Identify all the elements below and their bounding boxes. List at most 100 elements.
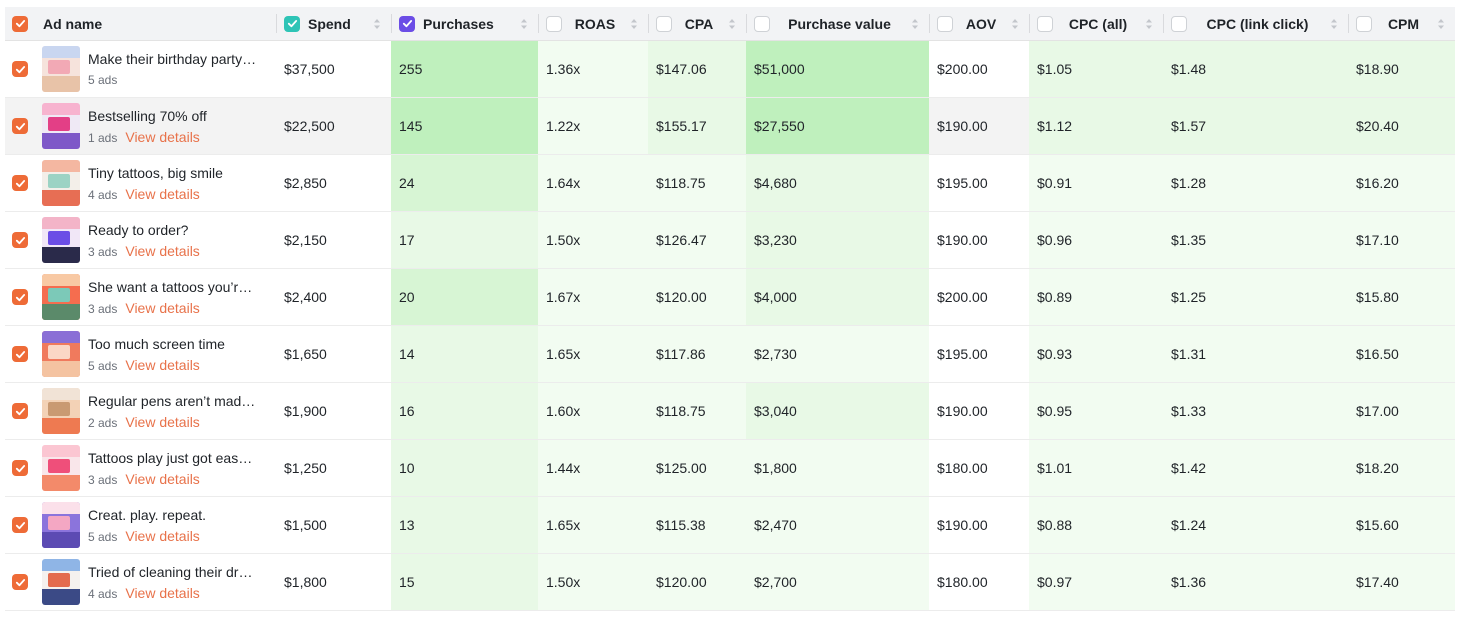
row-checkbox[interactable] [12,61,28,77]
ad-thumbnail [42,445,80,491]
ad-meta: 3 ads View details [88,300,252,317]
table-row[interactable]: Tattoos play just got eas… 3 ads View de… [5,440,1455,497]
row-checkbox[interactable] [12,346,28,362]
view-details-link[interactable]: View details [125,357,199,373]
purchase-value-column-checkbox[interactable] [754,15,770,32]
ad-meta: 4 ads View details [88,585,258,602]
cpa-column-checkbox[interactable] [656,15,672,32]
row-checkbox[interactable] [12,460,28,476]
spend-column-checkbox[interactable] [284,15,300,32]
ad-title[interactable]: She want a tattoos you’r… [88,278,252,296]
table-row[interactable]: Tiny tattoos, big smile 4 ads View detai… [5,155,1455,212]
ad-thumbnail [42,217,80,263]
select-all-checkbox[interactable] [12,15,28,32]
ad-name-cell: Regular pens aren’t mad… 2 ads View deta… [5,383,276,439]
aov-cell: $195.00 [929,155,1029,211]
ad-meta: 5 ads View details [88,528,206,545]
column-header-purchase-value[interactable]: Purchase value [746,7,929,40]
view-details-link[interactable]: View details [125,471,199,487]
purchases-cell-value: 14 [399,346,415,362]
ad-title[interactable]: Tattoos play just got eas… [88,449,252,467]
cpm-cell-value: $18.90 [1356,61,1399,77]
view-details-link[interactable]: View details [125,129,199,145]
purchases-column-checkbox[interactable] [399,15,415,32]
table-row[interactable]: Tried of cleaning their dra… 4 ads View … [5,554,1455,611]
spend-cell-value: $22,500 [284,118,335,134]
ad-title[interactable]: Too much screen time [88,335,225,353]
check-icon [15,65,25,73]
table-row[interactable]: Ready to order? 3 ads View details $2,15… [5,212,1455,269]
aov-cell: $180.00 [929,440,1029,496]
aov-cell-value: $200.00 [937,61,988,77]
cpc-all-cell-value: $0.88 [1037,517,1073,533]
column-header-ad-name[interactable]: Ad name [5,7,276,40]
row-checkbox[interactable] [12,574,28,590]
ad-title[interactable]: Make their birthday party… [88,50,256,68]
ad-title[interactable]: Creat. play. repeat. [88,506,206,524]
ad-count: 4 ads [88,187,118,202]
column-header-spend[interactable]: Spend [276,7,391,40]
view-details-link[interactable]: View details [125,414,199,430]
row-checkbox[interactable] [12,232,28,248]
purchases-cell: 145 [391,98,538,154]
cpc-link-column-checkbox[interactable] [1171,15,1187,32]
table-row[interactable]: Regular pens aren’t mad… 2 ads View deta… [5,383,1455,440]
sort-icon[interactable] [1435,18,1447,30]
column-header-cpa[interactable]: CPA [648,7,746,40]
roas-column-checkbox[interactable] [546,15,562,32]
column-header-aov[interactable]: AOV [929,7,1029,40]
sort-icon[interactable] [518,18,530,30]
column-header-cpc-all[interactable]: CPC (all) [1029,7,1163,40]
table-row[interactable]: She want a tattoos you’r… 3 ads View det… [5,269,1455,326]
cpc-all-cell-value: $1.01 [1037,460,1073,476]
sort-icon[interactable] [726,18,738,30]
table-row[interactable]: Creat. play. repeat. 5 ads View details … [5,497,1455,554]
ad-title[interactable]: Tiny tattoos, big smile [88,164,223,182]
ad-thumbnail [42,46,80,92]
view-details-link[interactable]: View details [125,585,199,601]
table-row[interactable]: Too much screen time 5 ads View details … [5,326,1455,383]
table-row[interactable]: Make their birthday party… 5 ads $37,500… [5,41,1455,98]
ad-title[interactable]: Bestselling 70% off [88,107,207,125]
sort-icon[interactable] [909,18,921,30]
row-checkbox[interactable] [12,175,28,191]
column-header-roas[interactable]: ROAS [538,7,648,40]
ad-title[interactable]: Regular pens aren’t mad… [88,392,255,410]
cpm-cell-value: $17.40 [1356,574,1399,590]
purchase-value-cell-value: $2,700 [754,574,797,590]
ad-meta: 3 ads View details [88,471,252,488]
ad-title[interactable]: Ready to order? [88,221,200,239]
sort-icon[interactable] [1328,18,1340,30]
view-details-link[interactable]: View details [125,528,199,544]
row-checkbox[interactable] [12,403,28,419]
ad-title[interactable]: Tried of cleaning their dra… [88,563,258,581]
aov-cell-value: $190.00 [937,232,988,248]
cpc-link-cell: $1.36 [1163,554,1348,610]
column-header-purchases[interactable]: Purchases [391,7,538,40]
sort-icon[interactable] [1009,18,1021,30]
view-details-link[interactable]: View details [125,243,199,259]
cpc-all-column-checkbox[interactable] [1037,15,1053,32]
view-details-link[interactable]: View details [125,186,199,202]
cpa-cell-value: $120.00 [656,574,707,590]
ad-thumbnail [42,274,80,320]
sort-icon[interactable] [371,18,383,30]
column-header-cpc-link-click[interactable]: CPC (link click) [1163,7,1348,40]
view-details-link[interactable]: View details [125,300,199,316]
aov-column-checkbox[interactable] [937,15,953,32]
column-header-cpm[interactable]: CPM [1348,7,1455,40]
sort-icon[interactable] [1143,18,1155,30]
cpm-column-checkbox[interactable] [1356,15,1372,32]
cpc-all-cell-value: $0.95 [1037,403,1073,419]
check-icon [15,20,25,28]
spend-cell-value: $1,650 [284,346,327,362]
roas-cell-value: 1.65x [546,346,581,362]
ad-name-cell: Bestselling 70% off 1 ads View details [5,98,276,154]
roas-cell-value: 1.65x [546,517,581,533]
sort-icon[interactable] [628,18,640,30]
table-row[interactable]: Bestselling 70% off 1 ads View details $… [5,98,1455,155]
row-checkbox[interactable] [12,517,28,533]
row-checkbox[interactable] [12,289,28,305]
row-checkbox[interactable] [12,118,28,134]
check-icon [15,179,25,187]
